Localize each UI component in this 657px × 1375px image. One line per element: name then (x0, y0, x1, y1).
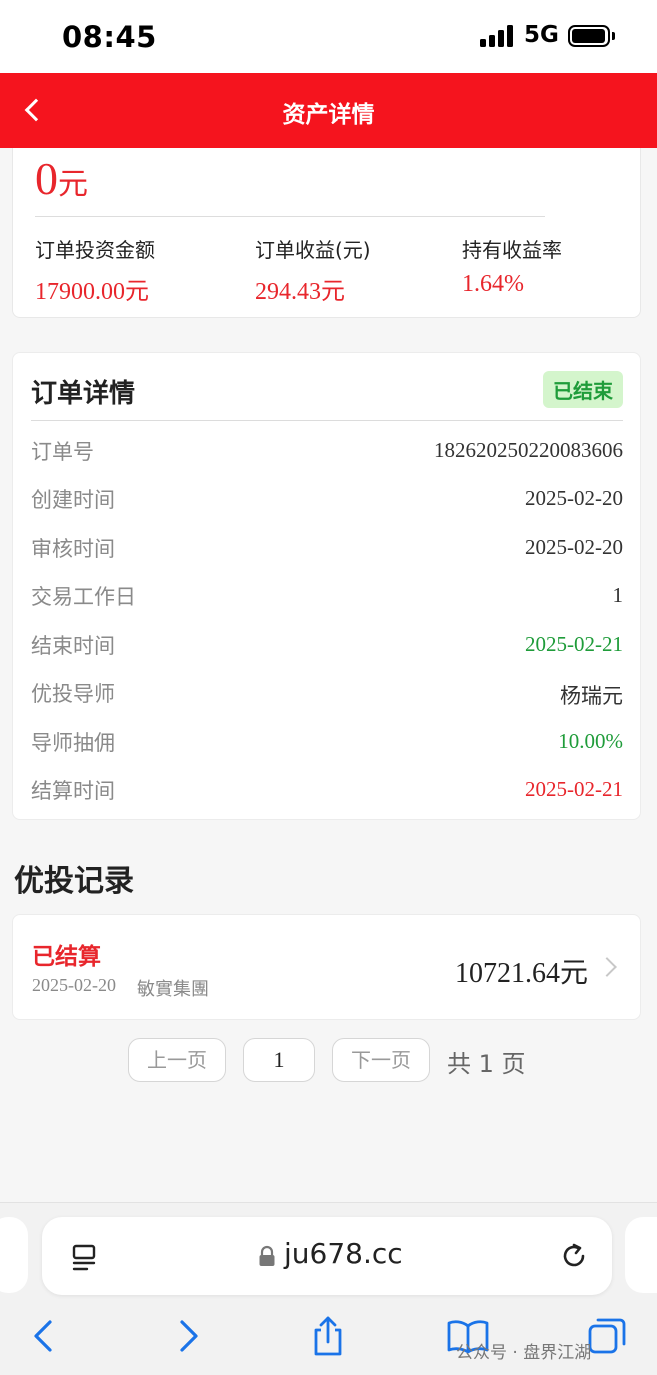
row-value: 182620250220083606 (434, 438, 623, 462)
row-label: 审核时间 (31, 537, 115, 561)
stat-label: 订单收益(元) (255, 238, 371, 262)
record-status: 已结算 (32, 944, 101, 970)
reload-icon[interactable] (557, 1239, 591, 1273)
asset-summary-card: 0元 订单投资金额 17900.00元 订单收益(元) 294.43元 持有收益… (12, 148, 641, 318)
order-details-title: 订单详情 (31, 379, 136, 409)
stat-value: 17900.00元 (35, 279, 149, 305)
row-label: 优投导师 (31, 682, 115, 706)
tabs-icon[interactable] (586, 1314, 630, 1358)
row-value: 1 (612, 583, 624, 607)
stat-investment-amount: 订单投资金额 17900.00元 (35, 234, 155, 306)
row-mentor-commission: 导师抽佣 10.00% (31, 727, 623, 757)
records-section-title: 优投记录 (14, 864, 134, 899)
prev-page-button[interactable]: 上一页 (128, 1038, 226, 1082)
row-end-time: 结束时间 2025-02-21 (31, 630, 623, 660)
row-review-time: 审核时间 2025-02-20 (31, 533, 623, 563)
forward-arrow-icon[interactable] (166, 1314, 210, 1358)
total-asset-value: 0元 (35, 152, 88, 205)
adjacent-tab-left[interactable] (0, 1217, 28, 1293)
row-value: 2025-02-20 (525, 486, 623, 510)
row-label: 导师抽佣 (31, 731, 115, 755)
row-mentor: 优投导师 杨瑞元 (31, 678, 623, 708)
record-company: 敏實集團 (137, 979, 209, 1000)
record-item[interactable]: 已结算 2025-02-20 敏實集團 10721.64元 (12, 914, 641, 1020)
stat-label: 持有收益率 (462, 238, 562, 262)
network-type: 5G (524, 22, 559, 48)
row-label: 结束时间 (31, 634, 115, 658)
status-bar: 08:45 5G (0, 0, 657, 73)
status-badge: 已结束 (543, 371, 623, 408)
url-text: ju678.cc (284, 1237, 403, 1270)
order-details-card: 订单详情 已结束 订单号 182620250220083606 创建时间 202… (12, 352, 641, 820)
total-pages: 共 1 页 (447, 1050, 526, 1078)
record-amount: 10721.64元 (454, 958, 588, 989)
row-value: 10.00% (558, 729, 623, 753)
row-value: 2025-02-21 (525, 632, 623, 656)
row-value: 2025-02-21 (525, 777, 623, 801)
app-header: 资产详情 (0, 73, 657, 148)
reader-menu-icon[interactable] (70, 1242, 100, 1272)
row-label: 交易工作日 (31, 585, 136, 609)
stat-order-profit: 订单收益(元) 294.43元 (255, 234, 371, 306)
row-label: 订单号 (31, 440, 94, 464)
share-icon[interactable] (306, 1314, 350, 1358)
row-label: 结算时间 (31, 779, 115, 803)
stat-value: 1.64% (462, 271, 524, 297)
watermark: 公众号 · 盘界江湖 (456, 1343, 592, 1363)
row-order-number: 订单号 182620250220083606 (31, 436, 623, 466)
row-created-time: 创建时间 2025-02-20 (31, 484, 623, 514)
battery-icon (568, 25, 615, 47)
chevron-right-icon (597, 957, 617, 977)
status-time: 08:45 (62, 20, 157, 54)
row-value: 杨瑞元 (560, 684, 623, 708)
current-page[interactable]: 1 (243, 1038, 315, 1082)
lock-icon (259, 1245, 275, 1266)
divider (31, 420, 623, 421)
row-settlement-time: 结算时间 2025-02-21 (31, 775, 623, 805)
address-bar[interactable]: ju678.cc (42, 1217, 612, 1295)
record-date: 2025-02-20 (32, 975, 116, 995)
next-page-button[interactable]: 下一页 (332, 1038, 430, 1082)
stat-value: 294.43元 (255, 279, 345, 305)
row-trading-days: 交易工作日 1 (31, 581, 623, 611)
stat-profit-rate: 持有收益率 1.64% (462, 234, 562, 298)
row-label: 创建时间 (31, 488, 115, 512)
adjacent-tab-right[interactable] (625, 1217, 657, 1293)
divider (35, 216, 545, 217)
stat-label: 订单投资金额 (35, 238, 155, 262)
signal-icon (480, 25, 516, 47)
total-asset-unit: 元 (58, 168, 88, 201)
page-title: 资产详情 (282, 102, 375, 128)
back-arrow-icon[interactable] (22, 1314, 66, 1358)
row-value: 2025-02-20 (525, 535, 623, 559)
total-asset-number: 0 (35, 153, 58, 204)
